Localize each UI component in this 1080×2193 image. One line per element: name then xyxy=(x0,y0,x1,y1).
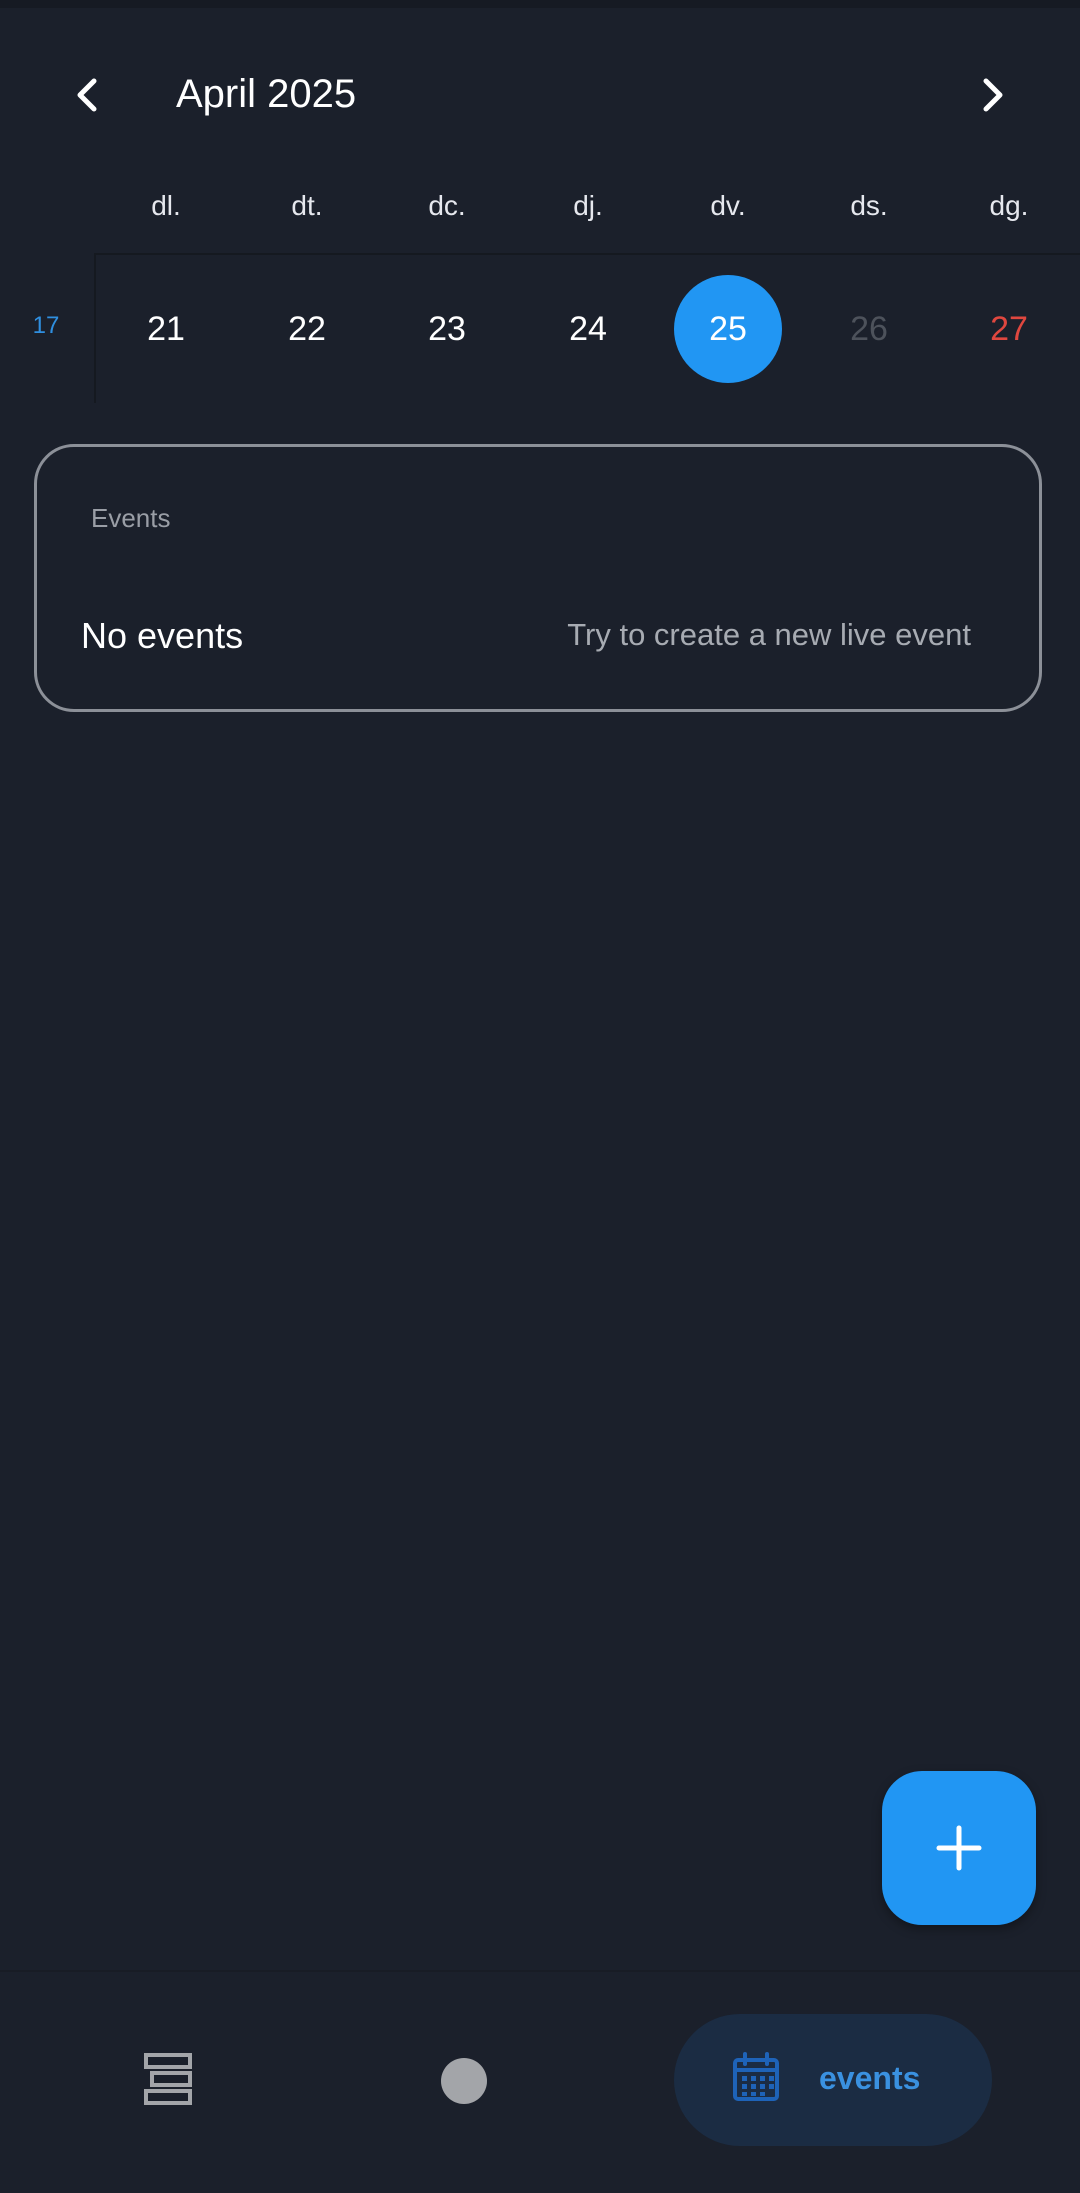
weekday-tuesday: dt. xyxy=(291,190,323,221)
week-row-divider xyxy=(95,253,1080,255)
previous-month-button[interactable] xyxy=(52,60,122,130)
week-number-divider xyxy=(94,253,96,403)
next-month-button[interactable] xyxy=(958,60,1028,130)
day-cell[interactable]: 23 xyxy=(393,275,501,383)
add-event-button[interactable] xyxy=(882,1771,1036,1925)
month-title: April 2025 xyxy=(176,72,357,116)
calendar-icon xyxy=(733,2052,779,2101)
day-cell-sunday[interactable]: 27 xyxy=(955,275,1063,383)
create-event-hint: Try to create a new live event xyxy=(567,617,971,652)
chevron-right-icon xyxy=(983,78,1003,112)
day-cell-selected[interactable]: 25 xyxy=(674,275,782,383)
nav-item-list[interactable] xyxy=(140,2052,200,2106)
weekday-thursday: dj. xyxy=(573,190,603,221)
weekday-sunday: dg. xyxy=(989,190,1029,221)
plus-icon xyxy=(936,1825,982,1871)
weekday-friday: dv. xyxy=(710,190,746,221)
weekday-saturday: ds. xyxy=(850,190,888,221)
chevron-left-icon xyxy=(77,78,97,112)
day-cell[interactable]: 22 xyxy=(253,275,361,383)
status-bar-edge xyxy=(0,0,1080,8)
weekday-monday: dl. xyxy=(151,190,181,221)
no-events-title: No events xyxy=(81,615,244,656)
list-icon xyxy=(144,2053,192,2105)
nav-item-events[interactable]: events xyxy=(674,2014,992,2146)
day-cell[interactable]: 21 xyxy=(112,275,220,383)
events-card-label: Events xyxy=(91,503,171,533)
events-nav-label: events xyxy=(819,2060,921,2096)
day-cell[interactable]: 26 xyxy=(815,275,923,383)
weekday-wednesday: dc. xyxy=(428,190,466,221)
week-number: 17 xyxy=(32,312,60,339)
nav-item-live-dot-icon[interactable] xyxy=(441,2058,487,2104)
events-card: Events No events Try to create a new liv… xyxy=(34,444,1042,712)
day-cell[interactable]: 24 xyxy=(534,275,642,383)
